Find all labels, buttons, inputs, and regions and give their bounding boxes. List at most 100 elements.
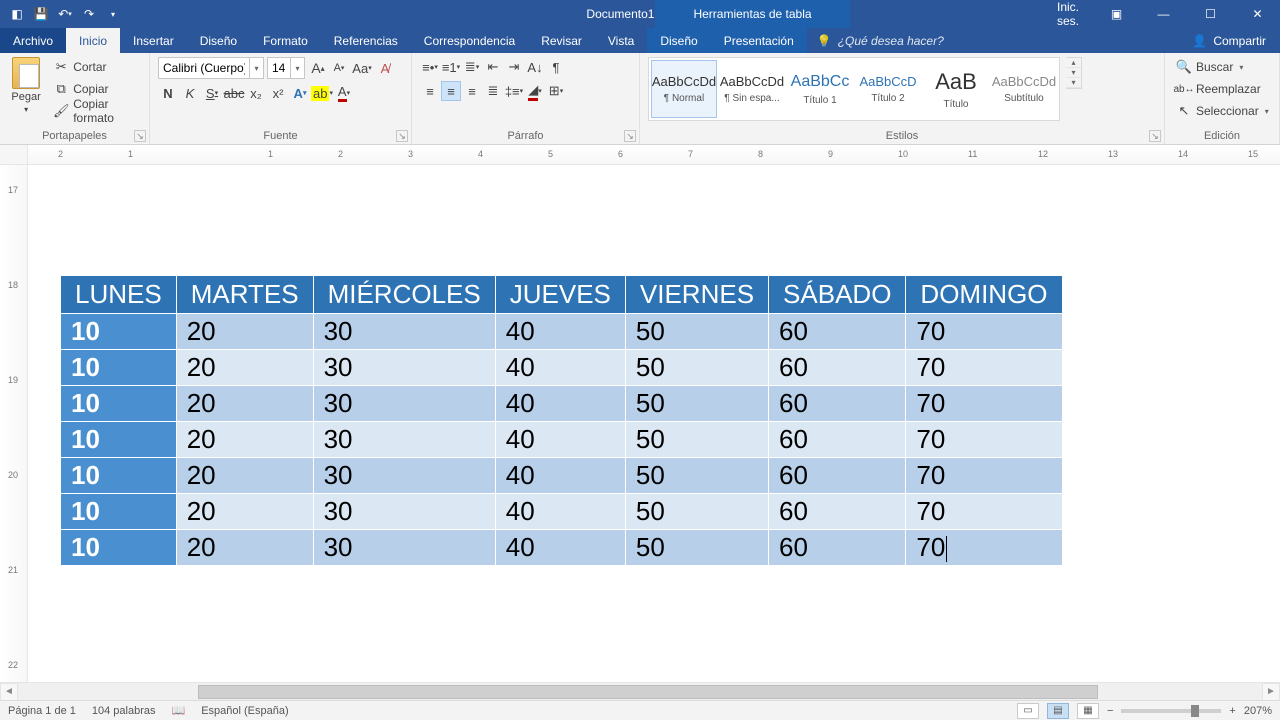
align-right-button[interactable]: ≡ (462, 81, 482, 101)
highlight-button[interactable]: ab▾ (312, 83, 332, 103)
table-cell[interactable]: 60 (769, 458, 906, 494)
horizontal-ruler[interactable]: 21123456789101112131415 (28, 145, 1280, 164)
table-header[interactable]: DOMINGO (906, 276, 1062, 314)
table-header[interactable]: MARTES (176, 276, 313, 314)
style-item[interactable]: AaBbCcDTítulo 2 (855, 60, 921, 118)
estilos-launcher-icon[interactable]: ↘ (1149, 130, 1161, 142)
borders-button[interactable]: ⊞▾ (546, 81, 566, 101)
zoom-level[interactable]: 207% (1244, 705, 1272, 717)
strikethrough-button[interactable]: abc (224, 83, 244, 103)
status-page[interactable]: Página 1 de 1 (8, 705, 76, 717)
table-cell[interactable]: 20 (176, 530, 313, 566)
table-cell[interactable]: 70 (906, 422, 1062, 458)
gallery-scroll[interactable]: ▴ ▾ ▾ (1066, 57, 1082, 89)
style-item[interactable]: AaBbCcDd¶ Normal (651, 60, 717, 118)
qat-customize-icon[interactable]: ▾ (104, 5, 122, 23)
web-layout-button[interactable]: ▦ (1077, 703, 1099, 719)
tab-referencias[interactable]: Referencias (321, 28, 411, 53)
change-case-button[interactable]: Aa▾ (352, 58, 372, 78)
grow-font-button[interactable]: A▴ (308, 58, 328, 78)
gallery-down-icon[interactable]: ▾ (1066, 68, 1081, 78)
line-spacing-button[interactable]: ‡≡▾ (504, 81, 524, 101)
shrink-font-button[interactable]: A▾ (329, 58, 349, 78)
table-cell[interactable]: 40 (495, 530, 625, 566)
tab-correspondencia[interactable]: Correspondencia (411, 28, 528, 53)
table-header[interactable]: MIÉRCOLES (313, 276, 495, 314)
style-item[interactable]: AaBbCcDdSubtítulo (991, 60, 1057, 118)
table-cell[interactable]: 10 (61, 314, 177, 350)
parrafo-launcher-icon[interactable]: ↘ (624, 130, 636, 142)
table-cell[interactable]: 10 (61, 422, 177, 458)
tab-formato[interactable]: Formato (250, 28, 321, 53)
table-cell[interactable]: 50 (625, 350, 768, 386)
bold-button[interactable]: N (158, 83, 178, 103)
table-cell[interactable]: 10 (61, 350, 177, 386)
numbering-button[interactable]: ≡1▾ (441, 57, 461, 77)
table-cell[interactable]: 50 (625, 494, 768, 530)
table-cell[interactable]: 30 (313, 494, 495, 530)
clear-formatting-button[interactable]: A̸ (375, 58, 395, 78)
table-cell[interactable]: 20 (176, 386, 313, 422)
table-cell[interactable]: 70 (906, 530, 1062, 566)
table-cell[interactable]: 20 (176, 458, 313, 494)
style-item[interactable]: AaBTítulo (923, 60, 989, 118)
zoom-slider-knob[interactable] (1191, 705, 1199, 717)
table-cell[interactable]: 50 (625, 314, 768, 350)
italic-button[interactable]: K (180, 83, 200, 103)
table-cell[interactable]: 40 (495, 386, 625, 422)
font-size-input[interactable] (268, 58, 290, 78)
table-cell[interactable]: 10 (61, 530, 177, 566)
zoom-out-button[interactable]: − (1107, 705, 1113, 717)
table-cell[interactable]: 60 (769, 314, 906, 350)
table-cell[interactable]: 30 (313, 422, 495, 458)
table-header[interactable]: VIERNES (625, 276, 768, 314)
tab-archivo[interactable]: Archivo (0, 28, 66, 53)
table-cell[interactable]: 70 (906, 458, 1062, 494)
fuente-launcher-icon[interactable]: ↘ (396, 130, 408, 142)
font-size-combo[interactable]: ▾ (267, 57, 305, 79)
print-layout-button[interactable]: ▤ (1047, 703, 1069, 719)
table-cell[interactable]: 30 (313, 314, 495, 350)
find-button[interactable]: 🔍Buscar▾ (1173, 57, 1246, 77)
share-button[interactable]: 👤 Compartir (1178, 28, 1280, 53)
styles-gallery[interactable]: AaBbCcDd¶ NormalAaBbCcDd¶ Sin espa...AaB… (648, 57, 1060, 121)
copy-button[interactable]: ⧉Copiar (50, 79, 141, 99)
font-name-combo[interactable]: ▾ (158, 57, 264, 79)
sort-button[interactable]: A↓ (525, 57, 545, 77)
shading-button[interactable]: ◢▾ (525, 81, 545, 101)
style-item[interactable]: AaBbCcTítulo 1 (787, 60, 853, 118)
font-name-input[interactable] (159, 58, 249, 78)
align-center-button[interactable]: ≡ (441, 81, 461, 101)
table-cell[interactable]: 50 (625, 386, 768, 422)
superscript-button[interactable]: x² (268, 83, 288, 103)
zoom-in-button[interactable]: + (1229, 705, 1235, 717)
portapapeles-launcher-icon[interactable]: ↘ (134, 130, 146, 142)
table-cell[interactable]: 70 (906, 350, 1062, 386)
table-cell[interactable]: 50 (625, 530, 768, 566)
gallery-more-icon[interactable]: ▾ (1066, 78, 1081, 88)
close-button[interactable]: ✕ (1235, 0, 1280, 28)
justify-button[interactable]: ≣ (483, 81, 503, 101)
table-cell[interactable]: 10 (61, 458, 177, 494)
table-cell[interactable]: 20 (176, 422, 313, 458)
decrease-indent-button[interactable]: ⇤ (483, 57, 503, 77)
select-button[interactable]: ↖Seleccionar▾ (1173, 101, 1272, 121)
cut-button[interactable]: ✂Cortar (50, 57, 141, 77)
scroll-right-icon[interactable]: ► (1262, 683, 1280, 701)
table-cell[interactable]: 60 (769, 386, 906, 422)
sign-in-link[interactable]: Inic. ses. (1047, 0, 1092, 28)
table-cell[interactable]: 40 (495, 458, 625, 494)
tab-revisar[interactable]: Revisar (528, 28, 595, 53)
tab-inicio[interactable]: Inicio (66, 28, 120, 53)
bullets-button[interactable]: ≡•▾ (420, 57, 440, 77)
scroll-track[interactable] (18, 683, 1262, 701)
vertical-ruler[interactable]: 171819202122 (0, 165, 28, 682)
undo-icon[interactable]: ↶▾ (56, 5, 74, 23)
show-marks-button[interactable]: ¶ (546, 57, 566, 77)
document-page[interactable]: LUNESMARTESMIÉRCOLESJUEVESVIERNESSÁBADOD… (28, 165, 1280, 682)
table-cell[interactable]: 60 (769, 350, 906, 386)
underline-button[interactable]: S▾ (202, 83, 222, 103)
document-table[interactable]: LUNESMARTESMIÉRCOLESJUEVESVIERNESSÁBADOD… (60, 275, 1063, 566)
ribbon-display-options-icon[interactable]: ▣ (1094, 0, 1139, 28)
table-cell[interactable]: 20 (176, 350, 313, 386)
